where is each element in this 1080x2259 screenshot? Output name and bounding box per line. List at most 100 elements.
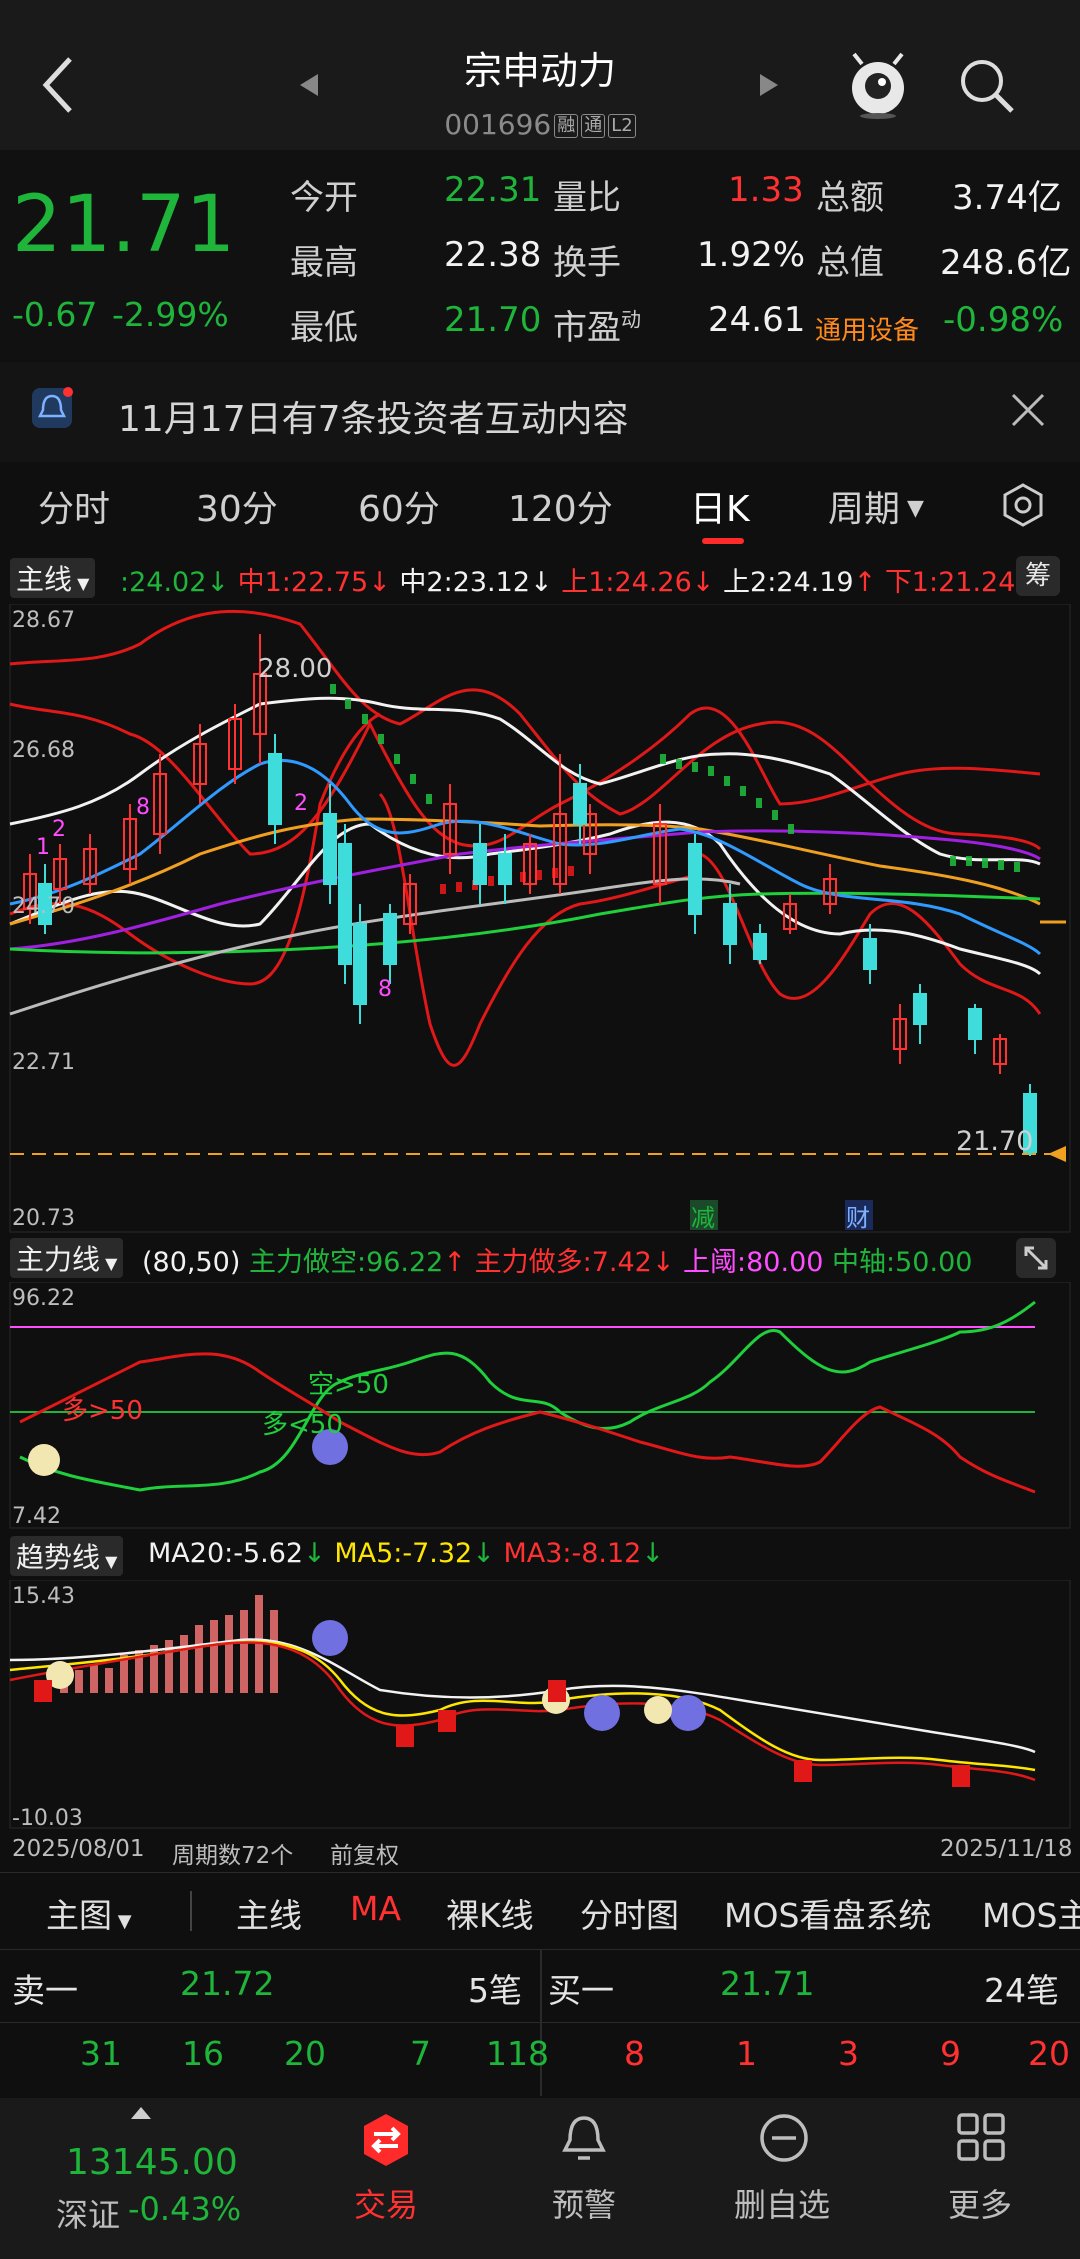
notice-bar[interactable]: 11月17日有7条投资者互动内容 xyxy=(0,362,1080,462)
tab-timeshare-chart[interactable]: 分时图 xyxy=(580,1889,679,1937)
amount-label: 总额 xyxy=(816,178,884,218)
legend-up1: 上1:24.26 xyxy=(561,567,692,598)
main-legend-values: :24.02↓ 中1:22.75↓ 中2:23.12↓ 上1:24.26↓ 上2… xyxy=(120,560,1038,599)
volume-ratio-label: 量比 xyxy=(553,178,621,218)
legend-arrow: ↓ xyxy=(206,567,230,598)
ask-queue-1: 31 xyxy=(80,2034,122,2073)
legend-arrow: ↓ xyxy=(691,567,715,598)
tab-mos-main[interactable]: MOS主 xyxy=(982,1889,1080,1937)
trend-chart[interactable] xyxy=(0,1580,1080,1830)
last-price: 21.71 xyxy=(12,180,236,270)
bid1-price: 21.71 xyxy=(720,1964,815,2003)
money-bag-icon xyxy=(28,1444,60,1476)
sad-face-icon xyxy=(584,1695,620,1731)
price-change-pct: -2.99% xyxy=(112,295,229,334)
tab-daily-k[interactable]: 日K xyxy=(690,480,750,532)
index-name: 深证 xyxy=(56,2196,121,2234)
dropdown-icon: ▼ xyxy=(72,574,90,593)
notice-text: 11月17日有7条投资者互动内容 xyxy=(118,399,629,440)
robot-assistant-icon[interactable] xyxy=(846,50,910,120)
sub1-legend-values: (80,50) 主力做空:96.22↑ 主力做多:7.42↓ 上阈:80.00 … xyxy=(142,1240,972,1279)
kline-mark-2: 2 xyxy=(52,817,66,842)
connect-tag: 通 xyxy=(581,114,606,138)
index-widget[interactable]: 13145.00 深证 -0.43% xyxy=(0,2098,280,2259)
low-value: 21.70 xyxy=(444,300,542,340)
nav-remove-watchlist[interactable]: 删自选 xyxy=(712,2098,852,2259)
legend-arrow: ↓ xyxy=(530,567,553,598)
nav-alert-label: 预警 xyxy=(551,2186,616,2224)
main-chart-dropdown[interactable]: 主图 ▼ xyxy=(46,1889,132,1937)
axis-end-date: 2025/11/18 xyxy=(940,1836,1073,1862)
main-indicator-selector[interactable]: 主线 ▼ xyxy=(10,558,96,598)
kline-mark-8b: 8 xyxy=(378,977,392,1002)
chips-button[interactable]: 筹 xyxy=(1016,556,1060,596)
tab-mos-system[interactable]: MOS看盘系统 xyxy=(724,1889,931,1937)
divider xyxy=(190,1891,192,1931)
legend-arrow: ↑ xyxy=(443,1247,466,1278)
high-label: 最高 xyxy=(290,243,358,283)
axis-adjust-mode[interactable]: 前复权 xyxy=(330,1836,399,1870)
bell-icon xyxy=(562,2116,606,2160)
amount-value: 3.74亿 xyxy=(952,178,1062,218)
pe-label: 市盈动 xyxy=(553,307,641,348)
sub2-y-top: 15.43 xyxy=(12,1584,75,1609)
bid1-label: 买一 xyxy=(548,1971,614,2010)
caret-up-icon xyxy=(131,2107,151,2119)
upper-band-white xyxy=(9,696,1041,866)
long-force-line xyxy=(19,1352,1036,1494)
bid-queue-2: 1 xyxy=(736,2034,757,2073)
chevron-down-icon: ▼ xyxy=(900,496,924,521)
tab-30min[interactable]: 30分 xyxy=(196,480,278,532)
close-icon[interactable] xyxy=(1010,392,1046,428)
finance-marker[interactable]: 财 xyxy=(846,1198,870,1233)
level2-tag: L2 xyxy=(608,114,636,138)
main-force-chart[interactable] xyxy=(0,1282,1080,1530)
remove-circle-icon xyxy=(760,2114,808,2162)
sub2-indicator-selector[interactable]: 趋势线 ▼ xyxy=(10,1536,124,1576)
nav-trade[interactable]: 交易 xyxy=(316,2098,456,2259)
bid-queue-3: 3 xyxy=(838,2034,859,2073)
tab-timeshare[interactable]: 分时 xyxy=(38,480,110,532)
orderbook-divider xyxy=(540,1950,542,2096)
nav-more[interactable]: 更多 xyxy=(910,2098,1050,2259)
ma5-line xyxy=(9,1640,1036,1772)
ma-grey xyxy=(9,877,741,1016)
bell-notice-icon xyxy=(32,387,73,428)
money-bag-icon xyxy=(644,1696,672,1724)
expand-icon[interactable] xyxy=(1016,1238,1056,1278)
y-tick-2: 26.68 xyxy=(12,738,75,763)
open-value: 22.31 xyxy=(444,170,542,210)
tab-period-dropdown[interactable]: 周期 ▼ xyxy=(828,480,924,532)
search-icon[interactable] xyxy=(956,55,1016,115)
tab-main-line[interactable]: 主线 xyxy=(236,1889,302,1937)
sub2-y-bottom: -10.03 xyxy=(12,1806,83,1831)
settings-hexagon-icon[interactable] xyxy=(1000,482,1046,528)
annotation-long-gt50: 多>50 xyxy=(62,1396,143,1426)
orderbook-row-divider xyxy=(0,2022,1080,2023)
tab-ma[interactable]: MA xyxy=(350,1889,401,1928)
period-tabs: 分时 30分 60分 120分 日K 周期 ▼ xyxy=(0,462,1080,554)
nav-alert[interactable]: 预警 xyxy=(514,2098,654,2259)
pe-dynamic-sup: 动 xyxy=(621,307,641,332)
sub1-axis: 中轴:50.00 xyxy=(832,1247,973,1278)
trade-icon xyxy=(364,2114,408,2166)
legend-mid1: 中1:22.75 xyxy=(237,567,369,598)
tab-naked-k[interactable]: 裸K线 xyxy=(446,1889,534,1937)
sub1-indicator-selector[interactable]: 主力线 ▼ xyxy=(10,1238,124,1278)
ma20-line xyxy=(9,1638,1036,1754)
bid1-count: 24笔 xyxy=(984,1971,1059,2010)
reduction-marker[interactable]: 减 xyxy=(691,1198,715,1233)
dropdown-icon: ▼ xyxy=(100,1552,118,1571)
header-bar: 宗申动力 001696 融通 L2 xyxy=(0,0,1080,150)
tab-60min[interactable]: 60分 xyxy=(358,480,440,532)
annotation-long-lt50: 多<50 xyxy=(262,1410,343,1440)
ma3-line xyxy=(9,1641,1036,1782)
ask-queue-5: 118 xyxy=(486,2034,549,2073)
legend-arrow: ↑ xyxy=(853,567,877,598)
tab-120min[interactable]: 120分 xyxy=(508,480,613,532)
turnover-label: 换手 xyxy=(553,243,621,283)
main-kline-chart[interactable]: 1 2 8 2 8 xyxy=(0,604,1080,1234)
industry-link[interactable]: 通用设备 xyxy=(815,310,919,347)
legend-arrow: ↓ xyxy=(303,1538,326,1569)
next-stock-icon[interactable] xyxy=(758,72,780,98)
